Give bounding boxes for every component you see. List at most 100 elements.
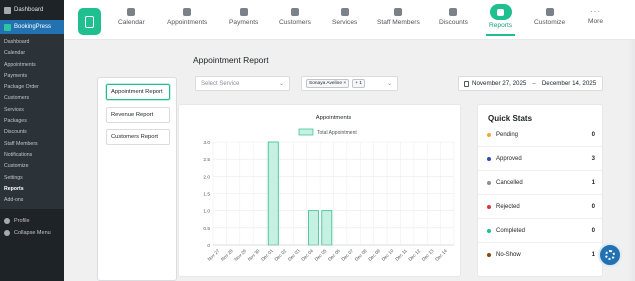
nav-calendar-label: Calendar: [118, 19, 145, 26]
tab-customers-report[interactable]: Customers Report: [106, 129, 170, 145]
nav-customers[interactable]: Customers: [279, 8, 311, 26]
wp-submenu-calendar[interactable]: Calendar: [0, 48, 64, 59]
staff-select[interactable]: Sonaya Aveline × + 1 ⌄: [301, 76, 398, 91]
y-tick-label: 2.0: [203, 174, 210, 180]
stat-label: Rejected: [496, 204, 520, 210]
x-tick-label: Dec 13: [421, 248, 435, 262]
wp-submenu-add-ons[interactable]: Add-ons: [0, 195, 64, 206]
nav-discounts[interactable]: Discounts: [439, 8, 468, 26]
staff-chip[interactable]: Sonaya Aveline ×: [306, 79, 350, 88]
report-type-panel: Appointment Report Revenue Report Custom…: [97, 77, 177, 281]
x-tick-label: Dec 11: [394, 248, 408, 262]
wp-menu-bookingpress[interactable]: BookingPress: [0, 20, 64, 34]
legend-swatch: [298, 128, 314, 136]
wp-submenu-notifications[interactable]: Notifications: [0, 150, 64, 161]
x-tick-label: Dec 01: [260, 248, 274, 262]
wp-submenu-staff-members[interactable]: Staff Members: [0, 139, 64, 150]
nav-customize[interactable]: Customize: [534, 8, 565, 26]
stat-divider: [478, 242, 602, 243]
x-tick-label: Dec 14: [434, 248, 448, 262]
stat-divider: [478, 218, 602, 219]
chevron-down-icon: ⌄: [386, 81, 392, 87]
wp-submenu-customize[interactable]: Customize: [0, 161, 64, 172]
x-tick-label: Dec 12: [407, 248, 421, 262]
stat-label: Completed: [496, 228, 526, 234]
legend-label: Total Appointment: [317, 130, 357, 136]
stat-label: Pending: [496, 132, 519, 138]
top-navigation: Calendar Appointments Payments Customers…: [64, 0, 635, 40]
status-dot-icon: [487, 253, 491, 257]
nav-more-label: More: [588, 18, 604, 25]
stat-divider: [478, 194, 602, 195]
stat-row-pending: Pending 0: [487, 129, 595, 141]
wp-menu-dashboard[interactable]: Dashboard: [0, 0, 64, 20]
wp-menu-profile[interactable]: Profile: [0, 215, 64, 227]
nav-calendar[interactable]: Calendar: [118, 8, 145, 26]
nav-reports[interactable]: Reports: [486, 4, 516, 36]
status-dot-icon: [487, 133, 491, 137]
wp-submenu-services[interactable]: Services: [0, 105, 64, 116]
wp-submenu-packages[interactable]: Packages: [0, 116, 64, 127]
staff-more-chip: + 1: [352, 79, 365, 88]
stat-divider: [478, 170, 602, 171]
bar-dec-05: [321, 210, 333, 246]
reports-icon-pill: [489, 4, 512, 20]
tab-appointment-report[interactable]: Appointment Report: [106, 84, 170, 100]
x-tick-label: Nov 30: [247, 248, 261, 262]
stat-row-completed: Completed 0: [487, 225, 595, 237]
wp-menu-bookingpress-label: BookingPress: [14, 24, 52, 30]
bookingpress-icon: [4, 23, 11, 31]
calendar-icon: [127, 8, 136, 16]
x-tick-label: Dec 03: [287, 248, 301, 262]
x-tick-label: Dec 07: [340, 248, 354, 262]
bookingpress-logo[interactable]: [78, 8, 101, 35]
nav-customers-label: Customers: [279, 19, 311, 26]
nav-reports-label: Reports: [489, 22, 513, 29]
wp-submenu-reports[interactable]: Reports: [0, 184, 64, 195]
wp-submenu-customers[interactable]: Customers: [0, 93, 64, 104]
active-tab-indicator: [486, 34, 516, 36]
stat-value: 0: [591, 204, 595, 210]
chip-close-icon[interactable]: ×: [343, 81, 346, 86]
x-tick-label: Dec 05: [314, 248, 328, 262]
reports-icon: [497, 8, 505, 16]
nav-appointments-label: Appointments: [167, 19, 208, 26]
nav-appointments[interactable]: Appointments: [167, 8, 207, 26]
customize-icon: [545, 8, 554, 16]
wp-submenu-package-order[interactable]: Package Order: [0, 82, 64, 93]
stat-value: 3: [591, 156, 595, 162]
wp-submenu-discounts[interactable]: Discounts: [0, 127, 64, 138]
wp-submenu-payments[interactable]: Payments: [0, 71, 64, 82]
staff-chip-label: Sonaya Aveline: [309, 81, 342, 86]
date-to: December 14, 2025: [541, 80, 597, 87]
chevron-down-icon: ⌄: [278, 81, 284, 87]
wp-collapse-menu[interactable]: Collapse Menu: [0, 227, 64, 239]
date-range-picker[interactable]: November 27, 2025 – December 14, 2025: [458, 76, 603, 91]
quick-stats-title: Quick Stats: [488, 114, 533, 123]
y-tick-label: 0: [207, 243, 210, 249]
status-dot-icon: [487, 229, 491, 233]
stat-label: Approved: [496, 156, 522, 162]
more-icon: ···: [590, 7, 602, 16]
y-tick-label: 2.5: [203, 157, 210, 163]
stat-label: No-Show: [496, 252, 521, 258]
nav-more[interactable]: ··· More: [588, 7, 604, 26]
quick-stats-card: Quick Stats Pending 0 Approved 3 Cancelled 1 R…: [477, 104, 603, 277]
wp-submenu-appointments[interactable]: Appointments: [0, 60, 64, 71]
wp-submenu: Dashboard Calendar Appointments Payments…: [0, 34, 64, 210]
nav-payments-label: Payments: [229, 19, 259, 26]
x-tick-label: Dec 02: [274, 248, 288, 262]
help-button[interactable]: [598, 243, 622, 267]
discounts-icon: [449, 8, 458, 16]
stat-row-approved: Approved 3: [487, 153, 595, 165]
service-select[interactable]: Select Service ⌄: [195, 76, 290, 91]
wp-submenu-settings[interactable]: Settings: [0, 173, 64, 184]
nav-payments[interactable]: Payments: [229, 8, 258, 26]
nav-staff-members[interactable]: Staff Members: [377, 8, 420, 26]
scroll-edge: [627, 40, 635, 281]
nav-services[interactable]: Services: [332, 8, 357, 26]
tab-revenue-report[interactable]: Revenue Report: [106, 107, 170, 123]
chart-title: Appointments: [316, 115, 352, 121]
status-dot-icon: [487, 181, 491, 185]
wp-submenu-dashboard[interactable]: Dashboard: [0, 37, 64, 48]
